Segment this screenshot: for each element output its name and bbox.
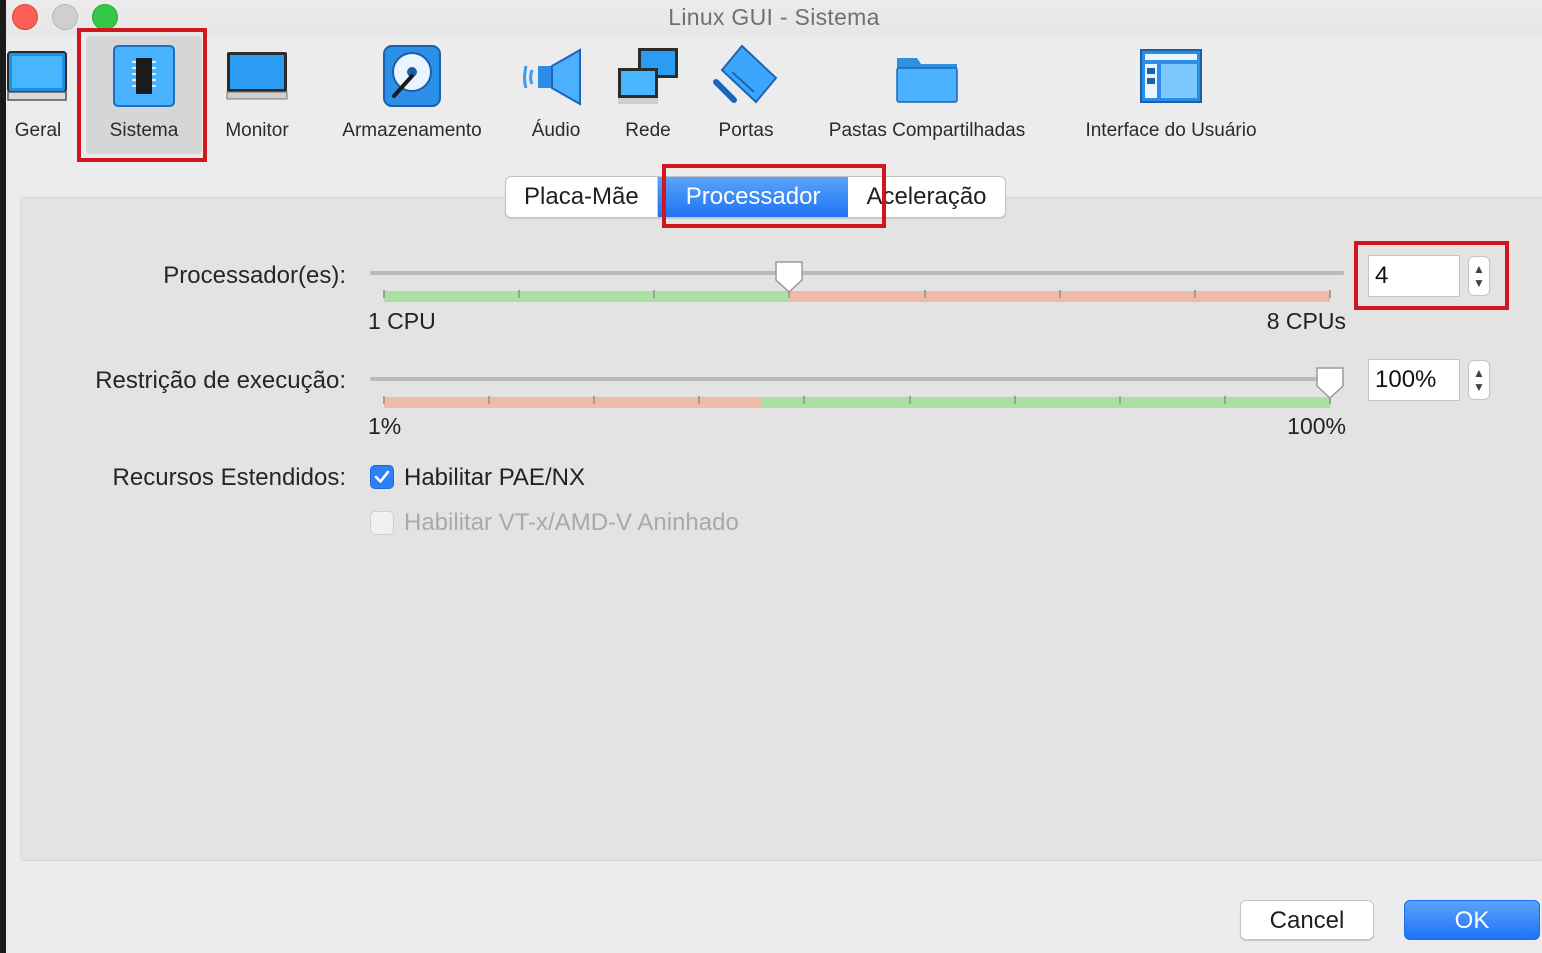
- execution-cap-slider-knob[interactable]: [1315, 366, 1345, 400]
- toolbar-label: Geral: [14, 120, 62, 141]
- execution-cap-label: Restrição de execução:: [95, 367, 346, 394]
- slider-zone: [762, 397, 1330, 408]
- processors-label: Processador(es):: [163, 262, 346, 289]
- slider-tick: [488, 396, 491, 404]
- processors-min-label: 1 CPU: [368, 308, 436, 334]
- processors-max-label: 8 CPUs: [1266, 308, 1346, 334]
- toolbar-item-audio[interactable]: Áudio: [522, 36, 590, 154]
- toolbar-item-geral[interactable]: Geral: [6, 36, 70, 154]
- toolbar-label: Armazenamento: [342, 120, 482, 141]
- toolbar-label: Pastas Compartilhadas: [828, 120, 1026, 141]
- tab-placa-mae[interactable]: Placa-Mãe: [506, 177, 658, 217]
- toolbar-item-interface-usuario[interactable]: Interface do Usuário: [1072, 36, 1270, 154]
- slider-tick: [653, 290, 656, 298]
- toolbar-item-portas[interactable]: Portas: [710, 36, 782, 154]
- toolbar-label: Portas: [718, 120, 774, 141]
- processors-slider-knob[interactable]: [774, 260, 804, 294]
- cancel-button[interactable]: Cancel: [1240, 900, 1374, 940]
- slider-tick: [698, 396, 701, 404]
- highlight-box-processors-field: [1354, 241, 1509, 310]
- execution-cap-min-label: 1%: [368, 413, 402, 439]
- slider-tick: [1329, 290, 1331, 298]
- toolbar-label: Áudio: [531, 120, 581, 141]
- execution-cap-slider-track[interactable]: [370, 377, 1344, 381]
- pae-nx-checkbox[interactable]: [370, 465, 394, 489]
- toolbar-item-armazenamento[interactable]: Armazenamento: [330, 36, 494, 154]
- slider-tick: [908, 396, 911, 404]
- monitor-general-icon: [4, 42, 72, 110]
- execution-cap-max-label: 100%: [1287, 413, 1346, 439]
- slider-tick: [518, 290, 521, 298]
- nested-vtx-label: Habilitar VT-x/AMD-V Aninhado: [404, 509, 739, 536]
- disk-icon: [378, 42, 446, 110]
- slider-tick: [1118, 396, 1121, 404]
- toolbar-label: Monitor: [225, 120, 289, 141]
- nested-vtx-checkbox: [370, 511, 394, 535]
- settings-toolbar: Geral Sistema Monitor Armazenamento Áudi…: [6, 36, 1542, 162]
- settings-window: Linux GUI - Sistema Geral Sistema Monito…: [6, 0, 1542, 953]
- toolbar-item-monitor[interactable]: Monitor: [216, 36, 298, 154]
- slider-tick: [1223, 396, 1226, 404]
- slider-tick: [593, 396, 596, 404]
- title-bar: Linux GUI - Sistema: [6, 0, 1542, 36]
- highlight-box-sistema: [77, 28, 207, 162]
- slider-zone: [384, 291, 790, 302]
- slider-tick: [803, 396, 806, 404]
- processors-slider-scale: [383, 290, 1331, 302]
- execution-cap-slider-scale: [383, 396, 1331, 408]
- slider-tick: [383, 290, 385, 298]
- display-icon: [223, 42, 291, 110]
- slider-tick: [1193, 290, 1196, 298]
- chevron-down-icon: ▼: [1473, 380, 1485, 394]
- slider-tick: [923, 290, 926, 298]
- extended-features-label: Recursos Estendidos:: [112, 464, 346, 491]
- execution-cap-field[interactable]: 100%: [1368, 359, 1460, 401]
- checkmark-icon: [374, 470, 390, 483]
- window-title: Linux GUI - Sistema: [668, 4, 880, 30]
- speaker-icon: [522, 42, 590, 110]
- toolbar-label: Interface do Usuário: [1085, 120, 1257, 141]
- slider-tick: [1013, 396, 1016, 404]
- execution-cap-stepper[interactable]: ▲ ▼: [1468, 360, 1490, 400]
- slider-tick: [383, 396, 385, 404]
- highlight-box-processador-tab: [662, 164, 886, 228]
- toolbar-item-pastas-compartilhadas[interactable]: Pastas Compartilhadas: [814, 36, 1040, 154]
- toolbar-label: Rede: [625, 120, 671, 141]
- pae-nx-label[interactable]: Habilitar PAE/NX: [404, 464, 585, 492]
- processors-slider-track[interactable]: [370, 271, 1344, 275]
- folder-icon: [893, 42, 961, 110]
- toolbar-item-rede[interactable]: Rede: [616, 36, 680, 154]
- network-icon: [614, 42, 682, 110]
- window-ui-icon: [1137, 42, 1205, 110]
- ok-button[interactable]: OK: [1404, 900, 1540, 940]
- chevron-up-icon: ▲: [1473, 366, 1485, 380]
- slider-tick: [1058, 290, 1061, 298]
- slider-zone: [384, 397, 763, 408]
- ports-icon: [712, 42, 780, 110]
